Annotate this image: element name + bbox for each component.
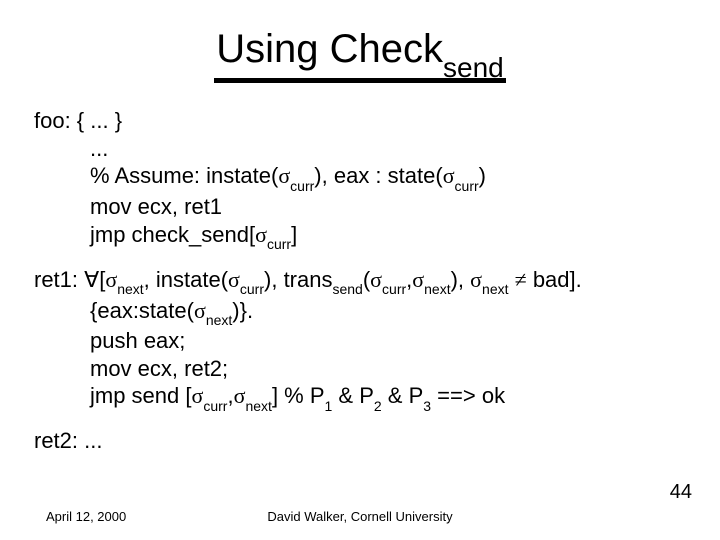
title-main: Using Check — [216, 27, 443, 71]
slide-body: foo: { ... } ... % Assume: instate(σcurr… — [0, 83, 720, 454]
slide-title: Using Checksend — [214, 28, 505, 83]
ret2-block: ret2: ... — [34, 427, 686, 455]
ret1-line5: jmp send [σcurr,σnext] % P1 & P2 & P3 ==… — [34, 382, 686, 413]
ret1-line3: push eax; — [34, 327, 686, 355]
title-sub: send — [443, 52, 504, 83]
foo-assume: % Assume: instate(σcurr), eax : state(σc… — [34, 162, 686, 193]
foo-jmp: jmp check_send[σcurr] — [34, 221, 686, 252]
foo-head: foo: { ... } — [34, 107, 686, 135]
ret1-block: ret1: ∀[σnext, instate(σcurr), transsend… — [34, 266, 686, 414]
foo-mov: mov ecx, ret1 — [34, 193, 686, 221]
foo-block: foo: { ... } ... % Assume: instate(σcurr… — [34, 107, 686, 251]
page-number: 44 — [670, 481, 692, 504]
title-area: Using Checksend — [0, 0, 720, 83]
ret1-line4: mov ecx, ret2; — [34, 355, 686, 383]
slide: Using Checksend foo: { ... } ... % Assum… — [0, 0, 720, 540]
foo-dots: ... — [34, 135, 686, 163]
footer-author: David Walker, Cornell University — [0, 509, 720, 524]
ret1-line2: {eax:state(σnext)}. — [34, 297, 686, 328]
ret1-line1: ret1: ∀[σnext, instate(σcurr), transsend… — [34, 266, 686, 297]
